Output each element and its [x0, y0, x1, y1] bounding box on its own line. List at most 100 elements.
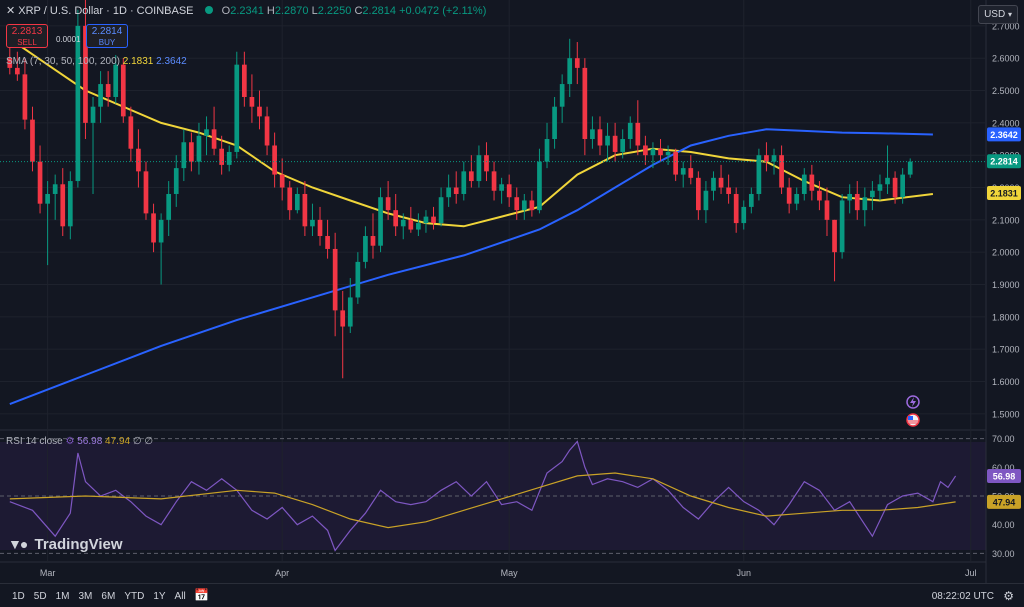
candle-body: [582, 67, 588, 140]
candle-body: [741, 206, 747, 224]
range-all[interactable]: All: [175, 591, 186, 602]
tv-logo-icon: ▼●: [8, 536, 28, 552]
candle-body: [907, 161, 913, 175]
candle-body: [673, 151, 678, 175]
candle-body: [748, 193, 754, 207]
candle-body: [310, 219, 315, 227]
change-value: +0.0472 (+2.11%): [399, 5, 487, 17]
rsi-extra: ∅ ∅: [132, 436, 154, 447]
candle-body: [453, 187, 459, 194]
candle-body: [98, 84, 103, 107]
price-tick-label: 1.7000: [992, 345, 1020, 355]
price-tag-2-text: 2.1831: [990, 188, 1018, 198]
candle-body: [234, 64, 240, 152]
sell-button[interactable]: 2.2813 SELL: [6, 24, 48, 48]
candle-body: [703, 190, 709, 211]
candle-body: [650, 148, 656, 156]
candle-body: [143, 171, 149, 214]
candle-body: [665, 151, 671, 156]
candle-body: [552, 106, 557, 140]
candle-body: [90, 106, 96, 123]
candle-body: [120, 64, 126, 117]
currency-label: USD: [984, 9, 1006, 20]
range-5d[interactable]: 5D: [34, 591, 47, 602]
currency-selector[interactable]: USD ▾: [978, 5, 1018, 24]
rsi-tick-label: 70.00: [992, 434, 1015, 444]
candle-body: [590, 129, 595, 140]
bottom-toolbar: 1D 5D 1M 3M 6M YTD 1Y All 📅 08:22:02 UTC ⚙: [0, 583, 1024, 607]
candle-body: [771, 155, 777, 162]
range-1d[interactable]: 1D: [12, 591, 25, 602]
sma-label: SMA (7, 30, 50, 100, 200): [6, 56, 120, 67]
chart-canvas[interactable]: 2.70002.60002.50002.40002.30002.20002.10…: [0, 0, 1024, 583]
candle-body: [832, 219, 837, 253]
calendar-range-icon[interactable]: 📅: [194, 588, 209, 602]
candle-body: [900, 174, 905, 198]
price-tag-0: 2.3642: [987, 127, 1021, 142]
candle: [378, 187, 383, 253]
candle-body: [711, 177, 716, 191]
candle-body: [22, 74, 28, 120]
candle-body: [423, 216, 429, 224]
candle: [234, 51, 240, 159]
candle-body: [211, 129, 217, 149]
price-tick-label: 2.0000: [992, 248, 1020, 258]
time-tick-label: Jul: [965, 568, 977, 578]
tradingview-logo[interactable]: ▼● TradingView: [8, 536, 123, 553]
range-1m[interactable]: 1M: [56, 591, 70, 602]
clock-time[interactable]: 08:22:02 UTC: [932, 591, 994, 602]
collapse-icon[interactable]: ✕: [6, 5, 18, 17]
rsi-label: RSI 14 close: [6, 436, 63, 447]
candle-body: [279, 174, 285, 188]
range-3m[interactable]: 3M: [79, 591, 93, 602]
candle-body: [287, 187, 293, 211]
candle-body: [75, 25, 81, 182]
symbol-legend: ✕ XRP / U.S. Dollar · 1D · COINBASE O 2.2…: [6, 4, 486, 17]
candle-body: [847, 193, 853, 201]
candle-body: [870, 190, 875, 198]
candle-body: [347, 297, 353, 327]
candle-body: [272, 145, 277, 175]
price-tick-label: 2.6000: [992, 54, 1020, 64]
range-ytd[interactable]: YTD: [124, 591, 144, 602]
candle-body: [385, 197, 391, 211]
rsi-tag-0-text: 56.98: [993, 471, 1016, 481]
gear-icon[interactable]: ⚙: [1003, 589, 1014, 603]
candle-body: [52, 184, 58, 194]
price-tick-label: 1.6000: [992, 377, 1020, 387]
candle-body: [446, 187, 451, 198]
candle-body: [537, 161, 542, 211]
candle-body: [45, 193, 50, 204]
rsi-settings-icon[interactable]: ⚙: [65, 436, 74, 447]
range-selector: 1D 5D 1M 3M 6M YTD 1Y All: [12, 591, 195, 602]
high-value: 2.2870: [274, 5, 309, 17]
rsi-tick-label: 30.00: [992, 549, 1015, 559]
lightning-icon[interactable]: [906, 395, 920, 409]
sma-legend[interactable]: SMA (7, 30, 50, 100, 200) 2.1831 2.3642: [6, 56, 187, 67]
time-tick-label: Apr: [275, 568, 289, 578]
candle-body: [605, 135, 610, 146]
price-tag-0-text: 2.3642: [990, 130, 1018, 140]
us-flag-icon[interactable]: [906, 413, 920, 427]
candle-body: [242, 64, 247, 97]
range-1y[interactable]: 1Y: [153, 591, 165, 602]
candle-body: [597, 129, 603, 146]
tv-logo-text: TradingView: [34, 536, 123, 553]
candle-body: [166, 193, 172, 220]
rsi-tick-label: 40.00: [992, 520, 1015, 530]
price-tick-label: 2.5000: [992, 86, 1020, 96]
buy-button[interactable]: 2.2814 BUY: [86, 24, 128, 48]
open-label: O: [221, 5, 231, 17]
candle-body: [226, 151, 232, 165]
candle-body: [620, 139, 626, 152]
price-tick-label: 1.9000: [992, 280, 1020, 290]
candle-body: [128, 116, 134, 149]
sell-label: SELL: [17, 38, 37, 47]
rsi-legend[interactable]: RSI 14 close ⚙ 56.98 47.94 ∅ ∅: [6, 436, 153, 447]
candle-body: [643, 145, 648, 156]
symbol-title[interactable]: XRP / U.S. Dollar · 1D · COINBASE: [18, 5, 193, 17]
high-label: H: [266, 5, 275, 17]
candle-body: [400, 219, 406, 227]
candle-body: [499, 184, 504, 191]
range-6m[interactable]: 6M: [101, 591, 115, 602]
